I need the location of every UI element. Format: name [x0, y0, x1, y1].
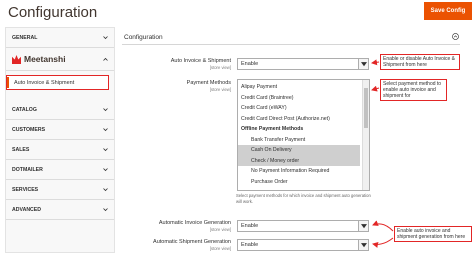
payment-option-selected[interactable]: Cash On Delivery: [238, 145, 360, 156]
sidebar-item-auto-invoice-shipment[interactable]: Auto Invoice & Shipment: [6, 75, 109, 90]
payment-option[interactable]: Purchase Order: [238, 177, 360, 188]
dropdown-arrow: [358, 221, 368, 231]
payment-option[interactable]: Credit Card (Braintree): [238, 93, 360, 104]
dropdown-arrow: [358, 59, 368, 69]
vendor-name: Meetanshi: [24, 54, 66, 64]
chevron-down-icon: [103, 208, 108, 212]
select-value: Enable: [241, 61, 259, 67]
chevron-down-icon: [361, 243, 367, 248]
invoice-generation-select[interactable]: Enable: [237, 220, 369, 232]
select-value: Enable: [241, 242, 259, 248]
field-label-payment-methods: Payment Methods: [186, 80, 231, 86]
divider: [6, 70, 114, 71]
chevron-down-icon: [103, 148, 108, 152]
option-label: Alipay Payment: [241, 84, 278, 91]
sidebar-section-services[interactable]: SERVICES: [6, 180, 114, 200]
sidebar-section-sales[interactable]: SALES: [6, 140, 114, 160]
arrow-to-invoice-select: [372, 220, 394, 232]
sidebar-section-label: CATALOG: [12, 106, 37, 113]
save-config-button[interactable]: Save Config: [424, 2, 472, 20]
chevron-down-icon: [103, 36, 108, 40]
sidebar-section-general[interactable]: GENERAL: [6, 28, 114, 48]
sidebar-section-customers[interactable]: CUSTOMERS: [6, 120, 114, 140]
chevron-down-icon: [361, 224, 367, 229]
arrow-to-shipment-select: [372, 237, 394, 248]
sidebar-section-label: CUSTOMERS: [12, 126, 46, 133]
option-label: Credit Card Direct Post (Authorize.net): [241, 115, 330, 122]
field-label-auto-invoice: Auto Invoice & Shipment: [170, 58, 231, 64]
option-label: Credit Card (eWAY): [241, 105, 287, 112]
sidebar-section-dotmailer[interactable]: DOTMAILER: [6, 160, 114, 180]
sidebar-section-label: DOTMAILER: [12, 166, 43, 173]
chevron-down-icon: [103, 108, 108, 112]
chevron-down-icon: [103, 128, 108, 132]
section-title: Configuration: [124, 34, 163, 41]
field-scope: [store view]: [209, 227, 231, 232]
callout-generation: Enable auto invoice and shipment generat…: [394, 226, 472, 242]
arrow-to-enable-select: [371, 59, 380, 66]
payment-option[interactable]: No Payment Information Required: [238, 166, 360, 177]
payment-option-group: Offline Payment Methods: [238, 124, 360, 135]
option-label: Purchase Order: [251, 178, 288, 185]
callout-enable: Enable or disable Auto Invoice & Shipmen…: [380, 54, 460, 70]
payment-option-selected[interactable]: Check / Money order: [238, 155, 360, 166]
field-label-invoice-generation: Automatic Invoice Generation: [158, 220, 231, 226]
option-label: Bank Transfer Payment: [251, 136, 306, 143]
field-label-shipment-generation: Automatic Shipment Generation: [153, 239, 231, 245]
section-divider: [122, 44, 460, 45]
sidebar-section-label: ADVANCED: [12, 206, 42, 213]
payment-option[interactable]: Alipay Payment: [238, 82, 360, 93]
field-scope: [store view]: [209, 65, 231, 70]
field-scope: [store view]: [209, 87, 231, 92]
option-label: Check / Money order: [251, 157, 300, 164]
option-label: Cash On Delivery: [251, 147, 292, 154]
payment-option[interactable]: Credit Card Direct Post (Authorize.net): [238, 114, 360, 125]
page-title: Configuration: [8, 4, 98, 21]
option-label: No Payment Information Required: [251, 168, 330, 175]
sidebar-section-label: SALES: [12, 146, 30, 153]
chevron-up-icon: [103, 57, 108, 61]
field-scope: [store view]: [209, 246, 231, 251]
shipment-generation-select[interactable]: Enable: [237, 239, 369, 251]
sidebar-vendor-meetanshi[interactable]: Meetanshi: [6, 50, 114, 68]
option-label: Credit Card (Braintree): [241, 94, 294, 101]
auto-invoice-select[interactable]: Enable: [237, 58, 369, 70]
payment-option[interactable]: Bank Transfer Payment: [238, 135, 360, 146]
payment-methods-multiselect[interactable]: Alipay Payment Credit Card (Braintree) C…: [237, 79, 370, 191]
scrollbar[interactable]: [362, 80, 369, 190]
scrollbar-thumb[interactable]: [364, 88, 368, 128]
collapse-icon[interactable]: [452, 33, 459, 40]
dropdown-arrow: [358, 240, 368, 250]
select-value: Enable: [241, 223, 259, 229]
chevron-down-icon: [103, 168, 108, 172]
chevron-down-icon: [103, 188, 108, 192]
sidebar-section-label: GENERAL: [12, 34, 38, 41]
chevron-down-icon: [361, 62, 367, 67]
active-indicator: [7, 77, 9, 88]
sidebar-section-advanced[interactable]: ADVANCED: [6, 200, 114, 220]
arrow-to-payment-list: [371, 85, 380, 92]
sidebar-section-label: SERVICES: [12, 186, 39, 193]
payment-methods-note: Select payment methods for which invoice…: [236, 193, 371, 204]
callout-payment: Select payment method to enable auto inv…: [380, 79, 447, 101]
meetanshi-logo-icon: [12, 54, 21, 64]
payment-option[interactable]: Credit Card (eWAY): [238, 103, 360, 114]
sidebar-section-catalog[interactable]: CATALOG: [6, 100, 114, 120]
option-group-label: Offline Payment Methods: [241, 126, 304, 133]
